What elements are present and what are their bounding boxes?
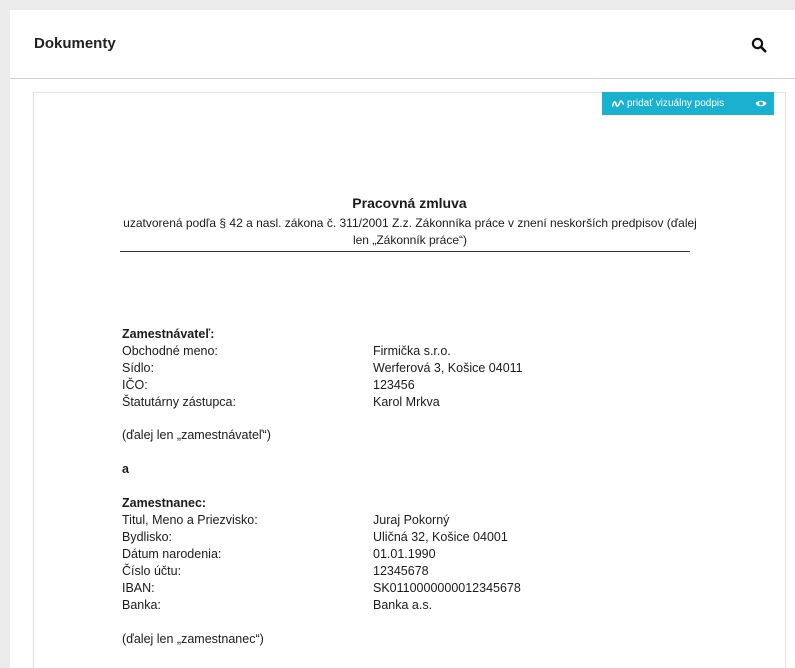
document-page: Pracovná zmluva uzatvorená podľa § 42 a … — [33, 92, 786, 668]
field-label: Štatutárny zástupca: — [122, 395, 236, 409]
field-label: Dátum narodenia: — [122, 547, 222, 561]
add-visual-signature-label: pridať vizuálny podpis — [627, 98, 725, 109]
signature-icon — [612, 99, 624, 108]
field-label: Banka: — [122, 598, 161, 612]
field-value: Werferová 3, Košice 04011 — [373, 361, 523, 375]
title-divider — [120, 251, 690, 252]
field-label: Sídlo: — [122, 361, 154, 375]
document-title: Pracovná zmluva — [352, 195, 467, 211]
field-label: IČO: — [122, 378, 148, 392]
field-label: IBAN: — [122, 581, 155, 595]
field-value: Banka a.s. — [373, 598, 433, 612]
document-viewer[interactable]: Pracovná zmluva uzatvorená podľa § 42 a … — [10, 79, 795, 668]
employer-heading: Zamestnávateľ: — [122, 327, 215, 341]
search-icon[interactable] — [751, 37, 767, 53]
field-value: SK0110000000012345678 — [373, 581, 521, 595]
page-title: Dokumenty — [34, 35, 116, 52]
field-label: Obchodné meno: — [122, 344, 218, 358]
employer-note: (ďalej len „zamestnávateľ“) — [122, 428, 271, 442]
conjunction: a — [122, 462, 129, 476]
signature-toolbar: pridať vizuálny podpis — [602, 92, 774, 115]
field-value: 01.01.1990 — [373, 547, 436, 561]
field-value: Karol Mrkva — [373, 395, 440, 409]
add-visual-signature-button[interactable]: pridať vizuálny podpis — [602, 92, 748, 115]
field-value: Firmička s.r.o. — [373, 344, 451, 358]
field-value: Juraj Pokorný — [373, 513, 450, 527]
document-subtitle: uzatvorená podľa § 42 a nasl. zákona č. … — [123, 216, 697, 247]
field-label: Číslo účtu: — [122, 564, 182, 578]
field-value: Uličná 32, Košice 04001 — [373, 530, 508, 544]
documents-panel: Dokumenty Pracovná zmluva uzatvorená pod… — [10, 10, 795, 668]
field-label: Bydlisko: — [122, 530, 173, 544]
field-value: 123456 — [373, 378, 415, 392]
field-value: 12345678 — [373, 564, 429, 578]
eye-icon[interactable] — [748, 92, 774, 115]
employee-heading: Zamestnanec: — [122, 496, 207, 510]
field-label: Titul, Meno a Priezvisko: — [122, 513, 258, 527]
panel-header: Dokumenty — [10, 10, 795, 79]
employee-note: (ďalej len „zamestnanec“) — [122, 632, 264, 646]
